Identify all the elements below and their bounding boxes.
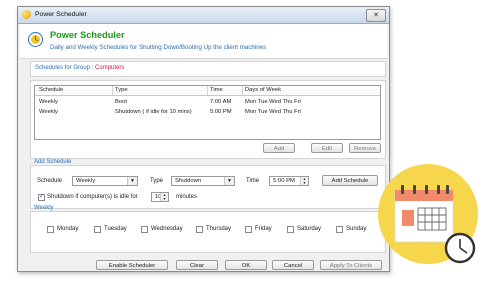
column-header-schedule[interactable]: Schedule (39, 87, 63, 93)
column-header-days[interactable]: Days of Week (245, 87, 281, 93)
idle-checkbox[interactable]: ✓ (38, 194, 45, 201)
remove-button[interactable]: Remove (349, 143, 381, 153)
window-title: Power Scheduler (35, 11, 87, 18)
time-value: 5:00 PM (273, 178, 295, 184)
schedule-select-value: Weekly (76, 178, 96, 184)
spinner-arrows-icon[interactable]: ▲ ▼ (160, 193, 168, 201)
table-row[interactable]: Weekly Shutdown ( if idle for 10 mins) 5… (35, 107, 380, 117)
wednesday-checkbox[interactable] (141, 226, 148, 233)
header-subtitle: Daily and Weekly Schedules for Shutting … (50, 44, 267, 51)
group-label-text: Schedules for Group : (35, 65, 94, 71)
cell-days: Mon Tue Wed Thu Fri (245, 109, 301, 115)
cancel-button[interactable]: Cancel (272, 260, 314, 270)
sunday-label: Sunday (346, 226, 367, 232)
tuesday-checkbox[interactable] (94, 226, 101, 233)
time-picker[interactable]: 5:00 PM ▲ ▼ (269, 176, 309, 186)
time-label: Time (246, 178, 260, 184)
group-label: Schedules for Group : Computers (35, 65, 124, 71)
cell-schedule: Weekly (39, 109, 58, 115)
sunday-checkbox[interactable] (336, 226, 343, 233)
weekly-panel: Monday Tuesday Wednesday Thursday Friday… (30, 211, 386, 253)
tuesday-label: Tuesday (104, 226, 127, 232)
cell-schedule: Weekly (39, 99, 58, 105)
schedules-panel: Schedule Type Time Days of Week Weekly B… (30, 80, 386, 159)
schedule-select[interactable]: Weekly ▼ (72, 176, 138, 186)
schedule-list[interactable]: Schedule Type Time Days of Week Weekly B… (34, 85, 381, 140)
add-schedule-button[interactable]: Add Schedule (322, 175, 378, 186)
friday-checkbox[interactable] (245, 226, 252, 233)
wednesday-label: Wednesday (151, 226, 183, 232)
thursday-label: Thursday (206, 226, 232, 232)
type-select[interactable]: Shutdown ▼ (171, 176, 235, 186)
cell-type: Boot (115, 99, 127, 105)
column-divider (112, 86, 113, 95)
cell-time: 7:00 AM (210, 99, 232, 105)
column-divider (207, 86, 208, 95)
type-select-value: Shutdown (175, 178, 202, 184)
idle-unit-label: minutes (176, 194, 198, 200)
table-row[interactable]: Weekly Boot 7:00 AM Mon Tue Wed Thu Fri (35, 97, 380, 107)
friday-label: Friday (255, 226, 272, 232)
saturday-checkbox[interactable] (287, 226, 294, 233)
column-divider (242, 86, 243, 95)
header: Power Scheduler Daily and Weekly Schedul… (20, 24, 387, 59)
calendar-clock-icon (394, 185, 476, 264)
cell-days: Mon Tue Wed Thu Fri (245, 99, 301, 105)
add-button[interactable]: Add (263, 143, 295, 153)
saturday-label: Saturday (297, 226, 322, 232)
group-panel: Schedules for Group : Computers (30, 61, 386, 77)
column-header-time[interactable]: Time (210, 87, 223, 93)
monday-label: Monday (57, 226, 79, 232)
column-header-type[interactable]: Type (115, 87, 128, 93)
monday-checkbox[interactable] (47, 226, 54, 233)
schedule-label: Schedule (37, 178, 63, 184)
power-scheduler-logo-icon (28, 32, 43, 47)
cell-time: 5:00 PM (210, 109, 232, 115)
idle-checkbox-label: Shutdown if computer(s) is idle for (47, 194, 138, 200)
chevron-down-icon[interactable]: ▼ (224, 177, 234, 185)
schedule-list-header: Schedule Type Time Days of Week (35, 86, 380, 96)
apply-to-clients-button[interactable]: Apply To Clients (320, 260, 382, 270)
app-icon (22, 10, 31, 19)
thursday-checkbox[interactable] (196, 226, 203, 233)
idle-minutes-stepper[interactable]: 10 ▲ ▼ (151, 192, 169, 202)
group-name[interactable]: Computers (95, 65, 124, 71)
spinner-arrows-icon[interactable]: ▲ ▼ (300, 177, 308, 185)
title-bar[interactable]: Power Scheduler ✕ (18, 7, 389, 24)
add-schedule-panel: Schedule Weekly ▼ Type Shutdown ▼ Time 5… (30, 165, 386, 209)
power-scheduler-window: Power Scheduler ✕ Power Scheduler Daily … (17, 6, 390, 272)
edit-button[interactable]: Edit (311, 143, 343, 153)
clear-button[interactable]: Clear (176, 260, 218, 270)
type-label: Type (150, 178, 164, 184)
chevron-down-icon[interactable]: ▼ (127, 177, 137, 185)
ok-button[interactable]: OK (225, 260, 267, 270)
enable-scheduler-button[interactable]: Enable Scheduler (96, 260, 168, 270)
close-button[interactable]: ✕ (366, 9, 386, 22)
cell-type: Shutdown ( if idle for 10 mins) (115, 109, 192, 115)
header-title: Power Scheduler (50, 30, 125, 40)
